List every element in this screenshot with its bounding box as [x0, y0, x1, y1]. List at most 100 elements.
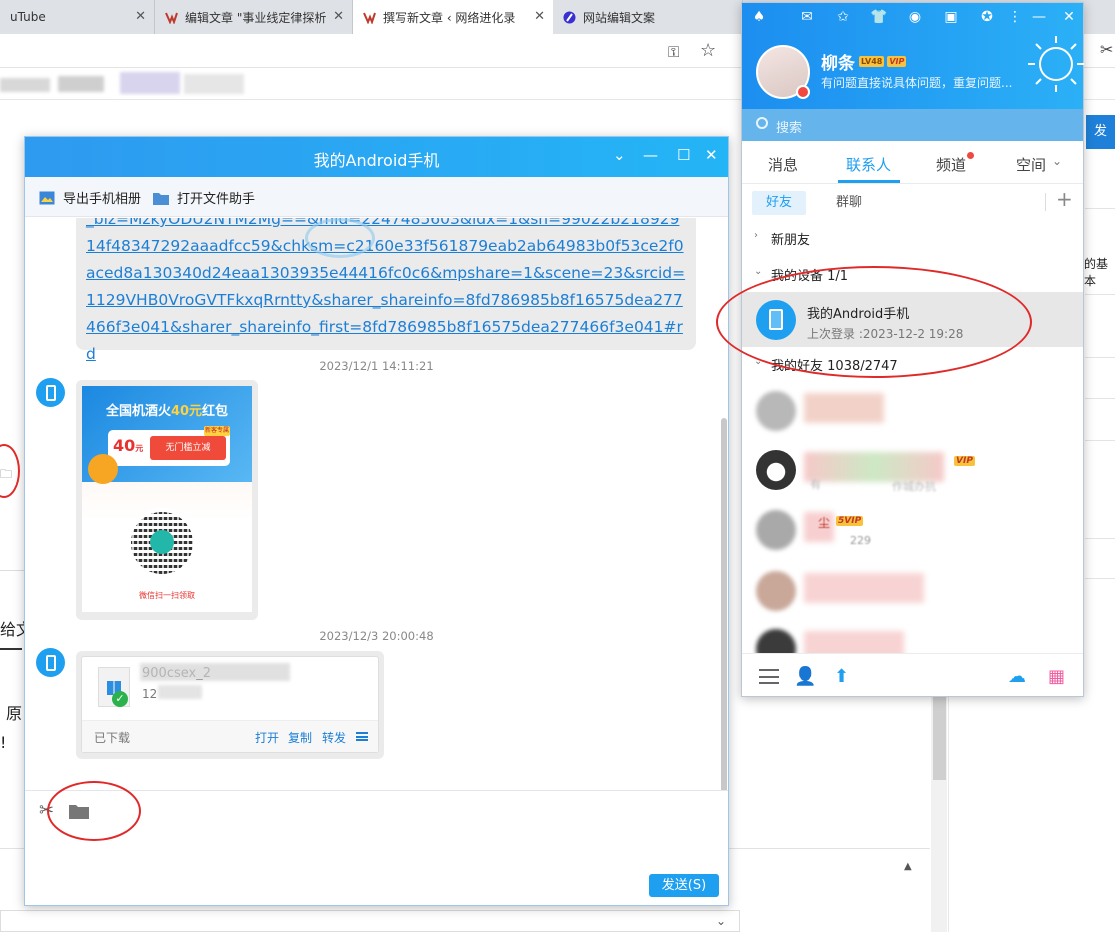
list-item[interactable]: [742, 381, 1083, 439]
cloud-icon[interactable]: ☁: [1008, 666, 1026, 687]
export-album-button[interactable]: 导出手机相册: [39, 188, 141, 207]
bg-input[interactable]: [0, 910, 740, 932]
close-icon[interactable]: ✕: [135, 9, 146, 24]
list-item[interactable]: 尘 5VIP 229: [742, 500, 1083, 558]
file-forward-button[interactable]: 转发: [322, 729, 346, 746]
search-icon: [756, 117, 768, 129]
scissors-icon[interactable]: ✂: [1100, 40, 1113, 59]
menu-icon[interactable]: [759, 669, 779, 684]
avatar: [756, 450, 796, 490]
level-badge[interactable]: LV48: [859, 56, 885, 67]
tab-space[interactable]: 空间: [1016, 154, 1046, 175]
avatar[interactable]: [756, 45, 810, 99]
chevron-down-icon: ⌄: [754, 266, 763, 277]
chevron-down-icon[interactable]: ⌄: [613, 146, 626, 164]
more-icon[interactable]: ⋮: [1006, 9, 1024, 27]
message-timestamp: 2023/12/3 20:00:48: [319, 629, 434, 643]
key-icon[interactable]: ⚿: [668, 43, 679, 61]
bg-divider: [1085, 357, 1115, 358]
promo-poster-image[interactable]: 全国机酒火40元红包 40元 无门槛立减 新客专属 微信扫一扫领取: [82, 386, 252, 612]
close-icon[interactable]: ✕: [1060, 9, 1078, 27]
blurred-file-name: [140, 663, 290, 681]
add-contact-button[interactable]: +: [1056, 187, 1073, 211]
send-button[interactable]: 发送(S): [649, 874, 719, 897]
file-size: 12: [142, 687, 158, 701]
close-icon[interactable]: ✕: [705, 146, 718, 164]
chat-toolbar: 导出手机相册 打开文件助手: [25, 177, 728, 217]
blurred-friend-info: [804, 573, 924, 603]
scribble-mark: [305, 218, 375, 258]
bookmark-star-icon[interactable]: ☆: [700, 40, 716, 61]
subtab-friends[interactable]: 好友: [752, 191, 807, 215]
menu-icon[interactable]: [356, 732, 368, 741]
subtab-groups[interactable]: 群聊: [822, 191, 876, 215]
chat-title-bar[interactable]: 我的Android手机 ⌄ — ☐ ✕: [25, 137, 728, 177]
bg-divider: [0, 648, 22, 650]
maximize-icon[interactable]: ☐: [677, 146, 690, 164]
message-input[interactable]: [25, 830, 728, 870]
medal-icon[interactable]: ✪: [978, 9, 996, 27]
shared-link[interactable]: _biz=MzkyODU2NTM2Mg==&mid=2247485603&idx…: [86, 218, 686, 368]
vip-badge: VIP: [954, 456, 975, 466]
weather-sun-icon[interactable]: [1028, 36, 1084, 92]
calendar-icon[interactable]: ▣: [942, 9, 960, 27]
add-friend-icon[interactable]: 👤: [794, 666, 816, 687]
close-icon[interactable]: ✕: [534, 9, 545, 24]
browser-tab-site-copy[interactable]: 网站编辑文案: [553, 0, 743, 34]
file-open-button[interactable]: 打开: [255, 729, 279, 746]
publish-button[interactable]: 发布: [1086, 115, 1115, 173]
browser-tab-edit-article[interactable]: 编辑文章 "事业线定律探析 ✕: [155, 0, 353, 34]
photo-export-icon: [39, 191, 55, 204]
chat-scrollbar[interactable]: [721, 418, 727, 790]
chevron-down-icon[interactable]: ⌄: [1052, 154, 1062, 168]
close-icon[interactable]: ✕: [333, 9, 344, 24]
tab-contacts[interactable]: 联系人: [846, 154, 891, 175]
message-area: _biz=MzkyODU2NTM2Mg==&mid=2247485603&idx…: [25, 218, 728, 790]
qq-header: ♠ ✉ ✩ 👕 ◉ ▣ ✪ ⋮ — ✕ 柳条 LV48 VIP 有问题直接说具体…: [742, 3, 1084, 109]
list-item[interactable]: VIP 有 作城办抗: [742, 440, 1083, 498]
penguin-icon: ♠: [752, 9, 766, 25]
page-scrollbar-thumb[interactable]: [933, 690, 946, 780]
status-busy-icon[interactable]: [796, 85, 810, 99]
browser-icon[interactable]: ◉: [906, 9, 924, 27]
tab-title: 网站编辑文案: [583, 10, 656, 25]
user-name-row: 柳条 LV48 VIP: [821, 49, 907, 74]
tab-messages[interactable]: 消息: [768, 154, 798, 175]
minimize-icon[interactable]: —: [1030, 9, 1048, 27]
site-logo-icon: [563, 11, 576, 23]
blurred-file-size: [158, 685, 202, 699]
qr-caption: 微信扫一扫领取: [139, 591, 195, 600]
contact-search-box[interactable]: 搜索: [742, 109, 1083, 141]
file-transfer-icon[interactable]: ⬆: [834, 666, 849, 687]
chevron-right-icon: ›: [754, 230, 758, 241]
chevron-down-icon[interactable]: ⌄: [716, 914, 726, 928]
group-new-friends[interactable]: › 新朋友: [742, 225, 1083, 251]
friend-name-fragment: 尘: [818, 516, 831, 530]
tab-channels[interactable]: 频道: [936, 154, 966, 175]
minimize-icon[interactable]: —: [643, 146, 658, 164]
browser-tab-youtube[interactable]: uTube ✕: [0, 0, 155, 34]
annotation-ellipse: [716, 266, 1032, 378]
list-item[interactable]: [742, 619, 1083, 653]
app-grid-icon[interactable]: ▦: [1048, 666, 1065, 687]
vip-badge[interactable]: VIP: [887, 56, 907, 67]
favorites-star-icon[interactable]: ✩: [834, 9, 852, 27]
blurred-bookmark: [0, 78, 50, 92]
open-file-helper-button[interactable]: 打开文件助手: [153, 188, 255, 207]
scroll-up-arrow-icon[interactable]: ▲: [904, 861, 912, 872]
shirt-icon[interactable]: 👕: [870, 9, 888, 27]
user-name[interactable]: 柳条: [821, 49, 855, 74]
mail-icon[interactable]: ✉: [798, 9, 816, 27]
blurred-friend-info: [804, 393, 884, 423]
user-signature[interactable]: 有问题直接说具体问题，重复问题...: [821, 74, 1012, 91]
tab-title: uTube: [10, 10, 46, 24]
list-item[interactable]: [742, 561, 1083, 619]
bg-divider: [1085, 538, 1115, 539]
active-tab-underline: [838, 180, 900, 183]
file-copy-button[interactable]: 复制: [288, 729, 312, 746]
site-logo-icon: [363, 12, 376, 24]
file-card[interactable]: ✓ 900csex_2 12 已下载 打开 复制 转发: [81, 656, 379, 753]
avatar: [756, 571, 796, 611]
browser-tab-new-article[interactable]: 撰写新文章 ‹ 网络进化录 ✕: [353, 0, 553, 34]
image-message-bubble[interactable]: 全国机酒火40元红包 40元 无门槛立减 新客专属 微信扫一扫领取: [76, 380, 258, 620]
